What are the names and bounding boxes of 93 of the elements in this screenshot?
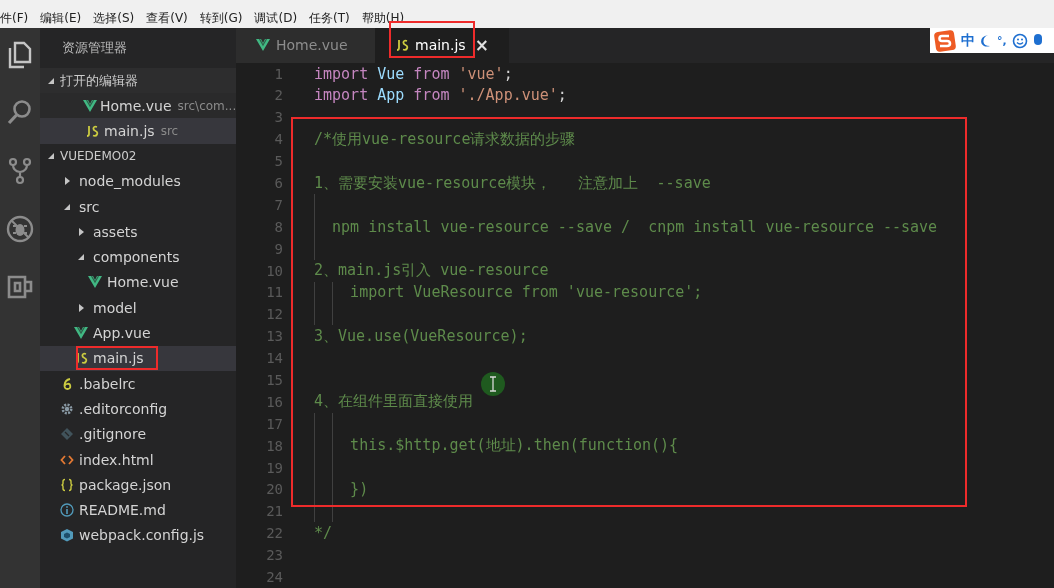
info-icon [60,503,74,518]
line-number: 1 [273,65,283,82]
files-icon[interactable] [7,41,33,69]
chevron-icon [78,303,84,312]
tree-item[interactable]: .editorconfig [40,396,236,422]
line-number: 22 [265,525,283,542]
text-cursor-icon [481,371,505,396]
tree-item[interactable]: assets [40,219,236,245]
chevron-icon [78,254,84,261]
tree-item[interactable]: components [40,244,236,270]
line-number: 20 [265,481,283,498]
chevron-icon [64,177,70,186]
chevron-icon [78,227,84,236]
code-line: this.$http.get(地址).then(function(){ [349,436,679,456]
line-number: 13 [265,328,283,345]
chevron-icon[interactable] [48,153,54,160]
cube-icon [60,528,74,543]
line-number: 2 [273,87,283,104]
tree-item[interactable]: index.html [40,446,236,473]
code-line: 4、在组件里面直接使用 [314,392,474,412]
s-logo-icon[interactable] [934,29,956,52]
line-number: 9 [273,240,283,257]
code-line: }) [349,480,369,499]
menu-item[interactable]: 选择(S) [93,9,135,27]
line-number: 14 [265,350,283,367]
editor-tab[interactable]: main.js × [375,28,509,63]
code-line: 1、需要安装vue-resource模块， 注意加上 --save [314,173,711,193]
line-number: 21 [265,503,283,520]
tree-item[interactable]: package.json [40,472,236,498]
line-number: 15 [265,372,283,389]
vue-icon [74,326,88,340]
close-icon[interactable]: × [474,35,489,56]
line-number: 23 [265,547,283,564]
gear-icon [60,401,74,416]
code-line: */ [314,524,333,543]
code-line: 2、main.js引入 vue-resource [314,261,549,281]
ime-punctuation[interactable]: °, [997,34,1007,47]
vue-icon [88,275,102,290]
line-number: 18 [265,437,283,454]
code-line: import App from './App.vue'; [314,86,567,105]
code-line: import VueResource from 'vue-resource'; [349,283,703,302]
menu-item[interactable]: 任务(T) [309,9,350,27]
menu-item[interactable]: 调试(D) [254,9,298,27]
code-line: npm install vue-resource --save / cnpm install vue-resource --save [331,217,938,236]
menu-item[interactable]: 编辑(E) [40,9,82,27]
tree-item[interactable]: Home.vue [40,269,236,296]
line-number: 5 [273,153,283,170]
line-number: 17 [265,415,283,432]
tree-item[interactable]: README.md [40,497,236,523]
ime-mode[interactable]: 中 [961,31,975,50]
editor-tab[interactable]: Home.vue [236,28,375,63]
line-number: 7 [273,196,283,213]
line-number: 3 [273,109,283,126]
line-number: 19 [265,459,283,476]
search-icon[interactable] [7,99,33,127]
tree-item[interactable]: node_modules [40,168,236,194]
chevron-icon [64,203,70,210]
tree-item[interactable]: .babelrc [40,370,236,397]
js-icon [395,38,409,53]
code-line: 3、Vue.use(VueResource); [314,326,528,346]
line-number: 11 [265,284,283,301]
line-number: 12 [265,306,283,323]
line-number: 8 [273,218,283,235]
line-number: 6 [273,175,283,191]
section-title[interactable]: VUEDEMO02 [60,149,137,164]
chevron-icon[interactable] [48,77,54,84]
open-editor-item[interactable]: Home.vue src\com... [40,93,236,119]
extensions-icon[interactable] [7,273,33,301]
tree-item[interactable]: webpack.config.js [40,522,236,549]
bug-icon[interactable] [6,215,34,243]
tree-item[interactable]: src [40,193,236,220]
js-icon [85,123,99,138]
vue-icon [256,38,270,53]
tree-item[interactable]: .gitignore [40,421,236,447]
line-number: 24 [265,569,283,586]
line-number: 4 [273,131,283,148]
tree-item[interactable]: model [40,295,236,321]
code-line: import Vue from 'vue'; [314,64,513,83]
menu-item[interactable]: 转到(G) [199,9,243,27]
line-number: 10 [265,262,283,279]
smiley-icon[interactable] [1011,32,1028,49]
open-editor-item[interactable]: main.js src [40,118,236,144]
menu-item[interactable]: 查看(V) [146,9,188,27]
branch-icon[interactable] [7,157,33,185]
menu-item[interactable]: 件(F) [0,9,29,27]
line-number: 16 [265,393,283,410]
tree-item[interactable]: main.js [40,345,236,371]
vue-icon [83,98,97,113]
diamond-icon [60,427,74,442]
code-line: /*使用vue-resource请求数据的步骤 [314,129,576,149]
sidebar-title: 资源管理器 [61,39,128,57]
tree-item[interactable]: App.vue [40,320,236,346]
braces-icon [60,477,74,492]
